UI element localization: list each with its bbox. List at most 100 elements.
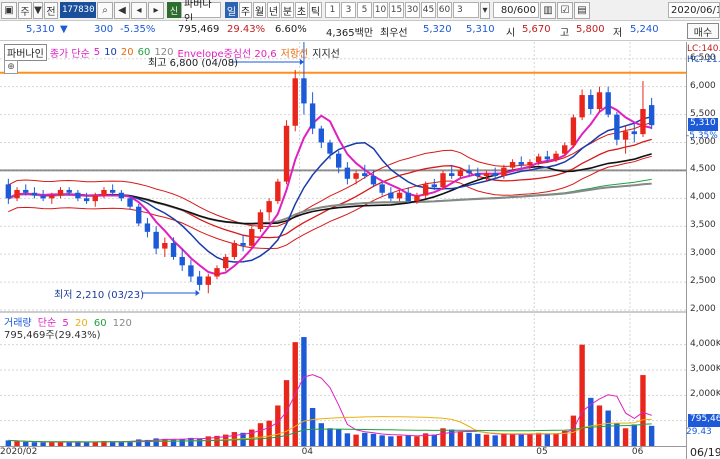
prev-stock-icon[interactable]: ◂ <box>131 1 147 19</box>
price-axis-tick: 6,000 <box>690 80 716 91</box>
minute-1[interactable]: 1 <box>325 2 340 18</box>
time-axis[interactable]: 2020/02 04 05 06 <box>0 446 686 459</box>
period-month[interactable]: 월 <box>253 2 266 18</box>
candle-body <box>101 189 107 196</box>
candle-body <box>344 167 351 179</box>
candle-body <box>414 195 420 202</box>
date-input[interactable]: 2020/06/1 <box>668 2 720 18</box>
volume-bar <box>344 433 351 446</box>
volume-bar <box>501 433 507 446</box>
price-volume-chart[interactable] <box>0 42 686 446</box>
next-stock-icon[interactable]: ▸ <box>148 1 164 19</box>
period-week[interactable]: 주 <box>239 2 252 18</box>
type-select-label: 전 <box>46 6 56 18</box>
chart-settings-icon[interactable]: ▥ <box>540 1 556 19</box>
period-day[interactable]: 일 <box>225 2 238 18</box>
candle-body <box>23 189 29 193</box>
volume-bar <box>196 438 203 446</box>
minute-15[interactable]: 15 <box>389 2 404 18</box>
market-select[interactable]: 주 <box>18 1 32 19</box>
checkbox-icon[interactable]: ☑ <box>557 1 573 19</box>
volume-bar <box>179 438 185 446</box>
volume-bar <box>631 424 637 446</box>
calendar-icon[interactable]: ▤ <box>574 1 590 19</box>
volume-bar <box>518 434 524 446</box>
volume-bar <box>596 405 603 446</box>
minute-select[interactable]: 3 <box>453 2 479 18</box>
candle-body <box>483 173 490 176</box>
candle-body <box>257 212 264 230</box>
volume-bar <box>275 405 281 446</box>
buy-button-label: 매수 <box>693 27 713 39</box>
candle-body <box>318 128 325 143</box>
candle-body <box>518 162 524 165</box>
minute-5[interactable]: 5 <box>357 2 372 18</box>
candle-body <box>501 167 507 176</box>
best-bid: 5,310 <box>466 24 495 35</box>
volume-axis-tick: 2,000K <box>690 389 720 400</box>
minute-30[interactable]: 30 <box>405 2 420 18</box>
candle-body <box>475 173 481 176</box>
minute-45[interactable]: 45 <box>421 2 436 18</box>
candle-body <box>509 162 516 168</box>
market-dropdown-arrow[interactable]: ▼ <box>33 1 43 19</box>
type-select[interactable]: 전 <box>44 1 58 19</box>
candle-body <box>422 184 429 196</box>
legend-ma-label: 종가 단순 <box>49 49 90 60</box>
period-minute[interactable]: 분 <box>281 2 294 18</box>
zoom-icon[interactable]: ⊕ <box>4 60 18 74</box>
minute-10[interactable]: 10 <box>373 2 388 18</box>
candle-body <box>127 198 133 207</box>
stock-code-input[interactable]: 177830 <box>60 2 96 18</box>
chevron-down-icon[interactable]: ▾ <box>480 1 490 19</box>
candle-body <box>266 201 272 213</box>
time-axis-tick: 06/19 <box>690 446 720 459</box>
period-tick[interactable]: 틱 <box>309 2 322 18</box>
price-axis-tick: 3,500 <box>690 220 716 231</box>
best-quote-label: 최우선 <box>380 28 408 39</box>
period-second[interactable]: 초 <box>295 2 308 18</box>
volume-bar <box>309 408 316 446</box>
minute-3[interactable]: 3 <box>341 2 356 18</box>
minute-60[interactable]: 60 <box>437 2 452 18</box>
legend-stock-name[interactable]: 파버나인 <box>4 44 47 61</box>
volume-bar <box>327 428 333 446</box>
turnover-rate: 6.60% <box>275 24 307 35</box>
lock-icon[interactable]: ▣ <box>1 1 17 19</box>
current-volume-tag: 795,46 <box>688 413 720 427</box>
low-annotation: 최저 2,210 (03/23) <box>54 290 145 301</box>
volume-bar <box>527 434 533 446</box>
search-icon[interactable]: ⌕ <box>97 1 113 19</box>
candle-body <box>136 206 142 224</box>
volume-bar <box>388 436 394 446</box>
right-price-axis[interactable]: LC:140. HC:-21. 6,500 6,000 5,500 5,000 4,50… <box>686 42 720 459</box>
current-volume-pct-tag: 29.43 <box>686 426 712 437</box>
envelope-upper-line <box>8 122 652 228</box>
low-arrowhead <box>195 290 200 296</box>
current-price-pct-tag: -5.35% <box>686 131 718 142</box>
candle-body <box>196 276 203 285</box>
volume-bar <box>535 432 542 446</box>
candle-body <box>205 276 211 285</box>
volume-bar <box>405 435 411 446</box>
candle-body <box>370 176 377 185</box>
time-axis-tick: 05 <box>536 447 548 457</box>
volume-bar <box>553 433 559 446</box>
price-axis-tick: 4,000 <box>690 192 716 203</box>
volume-bar <box>370 433 377 446</box>
candle-body <box>49 195 55 199</box>
buy-button[interactable]: 매수 <box>687 23 719 39</box>
sound-icon[interactable]: ◀ <box>114 1 130 19</box>
period-year[interactable]: 년 <box>267 2 280 18</box>
data-count-input[interactable]: 80/600 <box>493 2 539 18</box>
candle-body <box>283 125 290 182</box>
legend-resistance: 저항선 <box>280 49 309 60</box>
ma120-line <box>7 182 652 225</box>
legend-ma5: 5 <box>93 47 101 58</box>
volume-bar <box>466 432 472 446</box>
candle-body <box>535 156 542 163</box>
candle-body <box>14 189 20 199</box>
candle-body <box>527 162 533 165</box>
volume-bar <box>509 433 516 446</box>
candle-body <box>118 192 125 199</box>
